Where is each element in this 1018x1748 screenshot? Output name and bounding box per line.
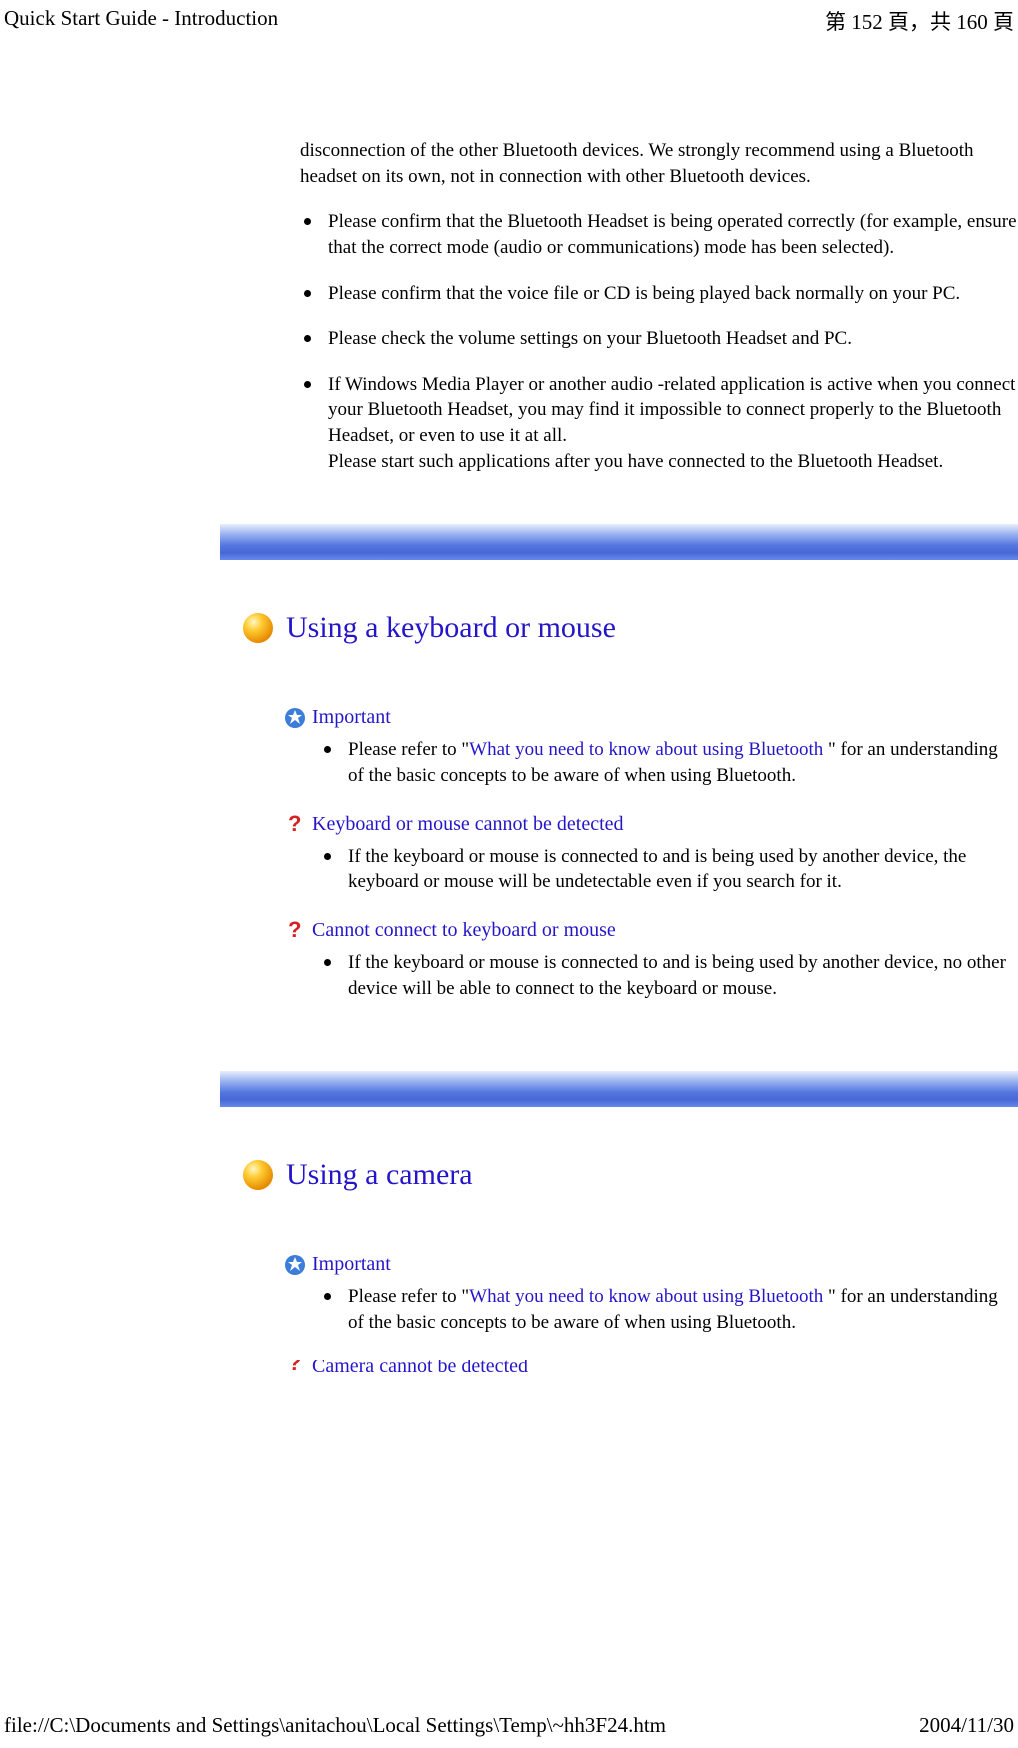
- intro-paragraph: disconnection of the other Bluetooth dev…: [300, 138, 1018, 189]
- bluetooth-link[interactable]: What you need to know about using Blueto…: [469, 739, 823, 760]
- section-divider-bar: [220, 1071, 1018, 1107]
- important-list: Please refer to "What you need to know a…: [320, 1284, 1018, 1335]
- text-pre: Please refer to ": [348, 1286, 469, 1307]
- page-label-post: 頁: [988, 10, 1014, 34]
- question-heading: ? Cannot connect to keyboard or mouse: [284, 919, 1018, 942]
- section-heading-keyboard: Using a keyboard or mouse: [240, 610, 1018, 646]
- page-counter: 第 152 頁，共 160 頁: [825, 6, 1014, 36]
- section-heading-camera: Using a camera: [240, 1157, 1018, 1193]
- troubleshoot-list: Please confirm that the Bluetooth Headse…: [300, 209, 1018, 474]
- important-label: Important: [312, 1253, 391, 1276]
- content-area: disconnection of the other Bluetooth dev…: [0, 36, 1018, 1374]
- page-label-pre: 第: [825, 10, 851, 34]
- list-item: If the keyboard or mouse is connected to…: [320, 844, 1018, 895]
- bluetooth-link[interactable]: What you need to know about using Blueto…: [469, 1286, 823, 1307]
- orb-icon: [240, 610, 276, 646]
- section-title: Using a camera: [286, 1158, 473, 1192]
- page-current: 152: [851, 10, 883, 34]
- important-label: Important: [312, 706, 391, 729]
- answer-list: If the keyboard or mouse is connected to…: [320, 950, 1018, 1001]
- question-title: Cannot connect to keyboard or mouse: [312, 919, 616, 942]
- question-title: Keyboard or mouse cannot be detected: [312, 813, 624, 836]
- list-item: Please refer to "What you need to know a…: [320, 737, 1018, 788]
- svg-text:?: ?: [288, 919, 301, 941]
- list-item: Please confirm that the voice file or CD…: [300, 281, 1018, 307]
- list-item: If the keyboard or mouse is connected to…: [320, 950, 1018, 1001]
- orb-icon: [240, 1157, 276, 1193]
- question-icon: ?: [284, 1360, 306, 1374]
- section-divider-bar: [220, 524, 1018, 560]
- question-heading: ? Keyboard or mouse cannot be detected: [284, 813, 1018, 836]
- footer-date: 2004/11/30: [919, 1713, 1014, 1738]
- list-item: Please refer to "What you need to know a…: [320, 1284, 1018, 1335]
- important-list: Please refer to "What you need to know a…: [320, 737, 1018, 788]
- document-title: Quick Start Guide - Introduction: [4, 6, 278, 36]
- page-label-mid: 頁，共: [883, 10, 957, 34]
- list-item: If Windows Media Player or another audio…: [300, 372, 1018, 475]
- camera-content: Important Please refer to "What you need…: [300, 1253, 1018, 1373]
- star-icon: [284, 707, 306, 729]
- page-total: 160: [956, 10, 988, 34]
- list-item: Please confirm that the Bluetooth Headse…: [300, 209, 1018, 260]
- camera-section: Using a camera Important Please refer to…: [300, 1071, 1018, 1373]
- list-item: Please check the volume settings on your…: [300, 326, 1018, 352]
- answer-list: If the keyboard or mouse is connected to…: [320, 844, 1018, 895]
- text-pre: Please refer to ": [348, 739, 469, 760]
- question-title: Camera cannot be detected: [312, 1360, 528, 1374]
- important-heading: Important: [284, 1253, 1018, 1276]
- file-path: file://C:\Documents and Settings\anitach…: [4, 1713, 666, 1738]
- question-icon: ?: [284, 813, 306, 835]
- page-footer: file://C:\Documents and Settings\anitach…: [4, 1713, 1014, 1738]
- question-heading-truncated: ? Camera cannot be detected: [284, 1360, 1018, 1374]
- svg-text:?: ?: [288, 813, 301, 835]
- important-heading: Important: [284, 706, 1018, 729]
- svg-text:?: ?: [288, 1360, 301, 1374]
- keyboard-content: Important Please refer to "What you need…: [300, 706, 1018, 1001]
- page-header: Quick Start Guide - Introduction 第 152 頁…: [0, 0, 1018, 36]
- section-title: Using a keyboard or mouse: [286, 611, 616, 645]
- question-icon: ?: [284, 919, 306, 941]
- star-icon: [284, 1254, 306, 1276]
